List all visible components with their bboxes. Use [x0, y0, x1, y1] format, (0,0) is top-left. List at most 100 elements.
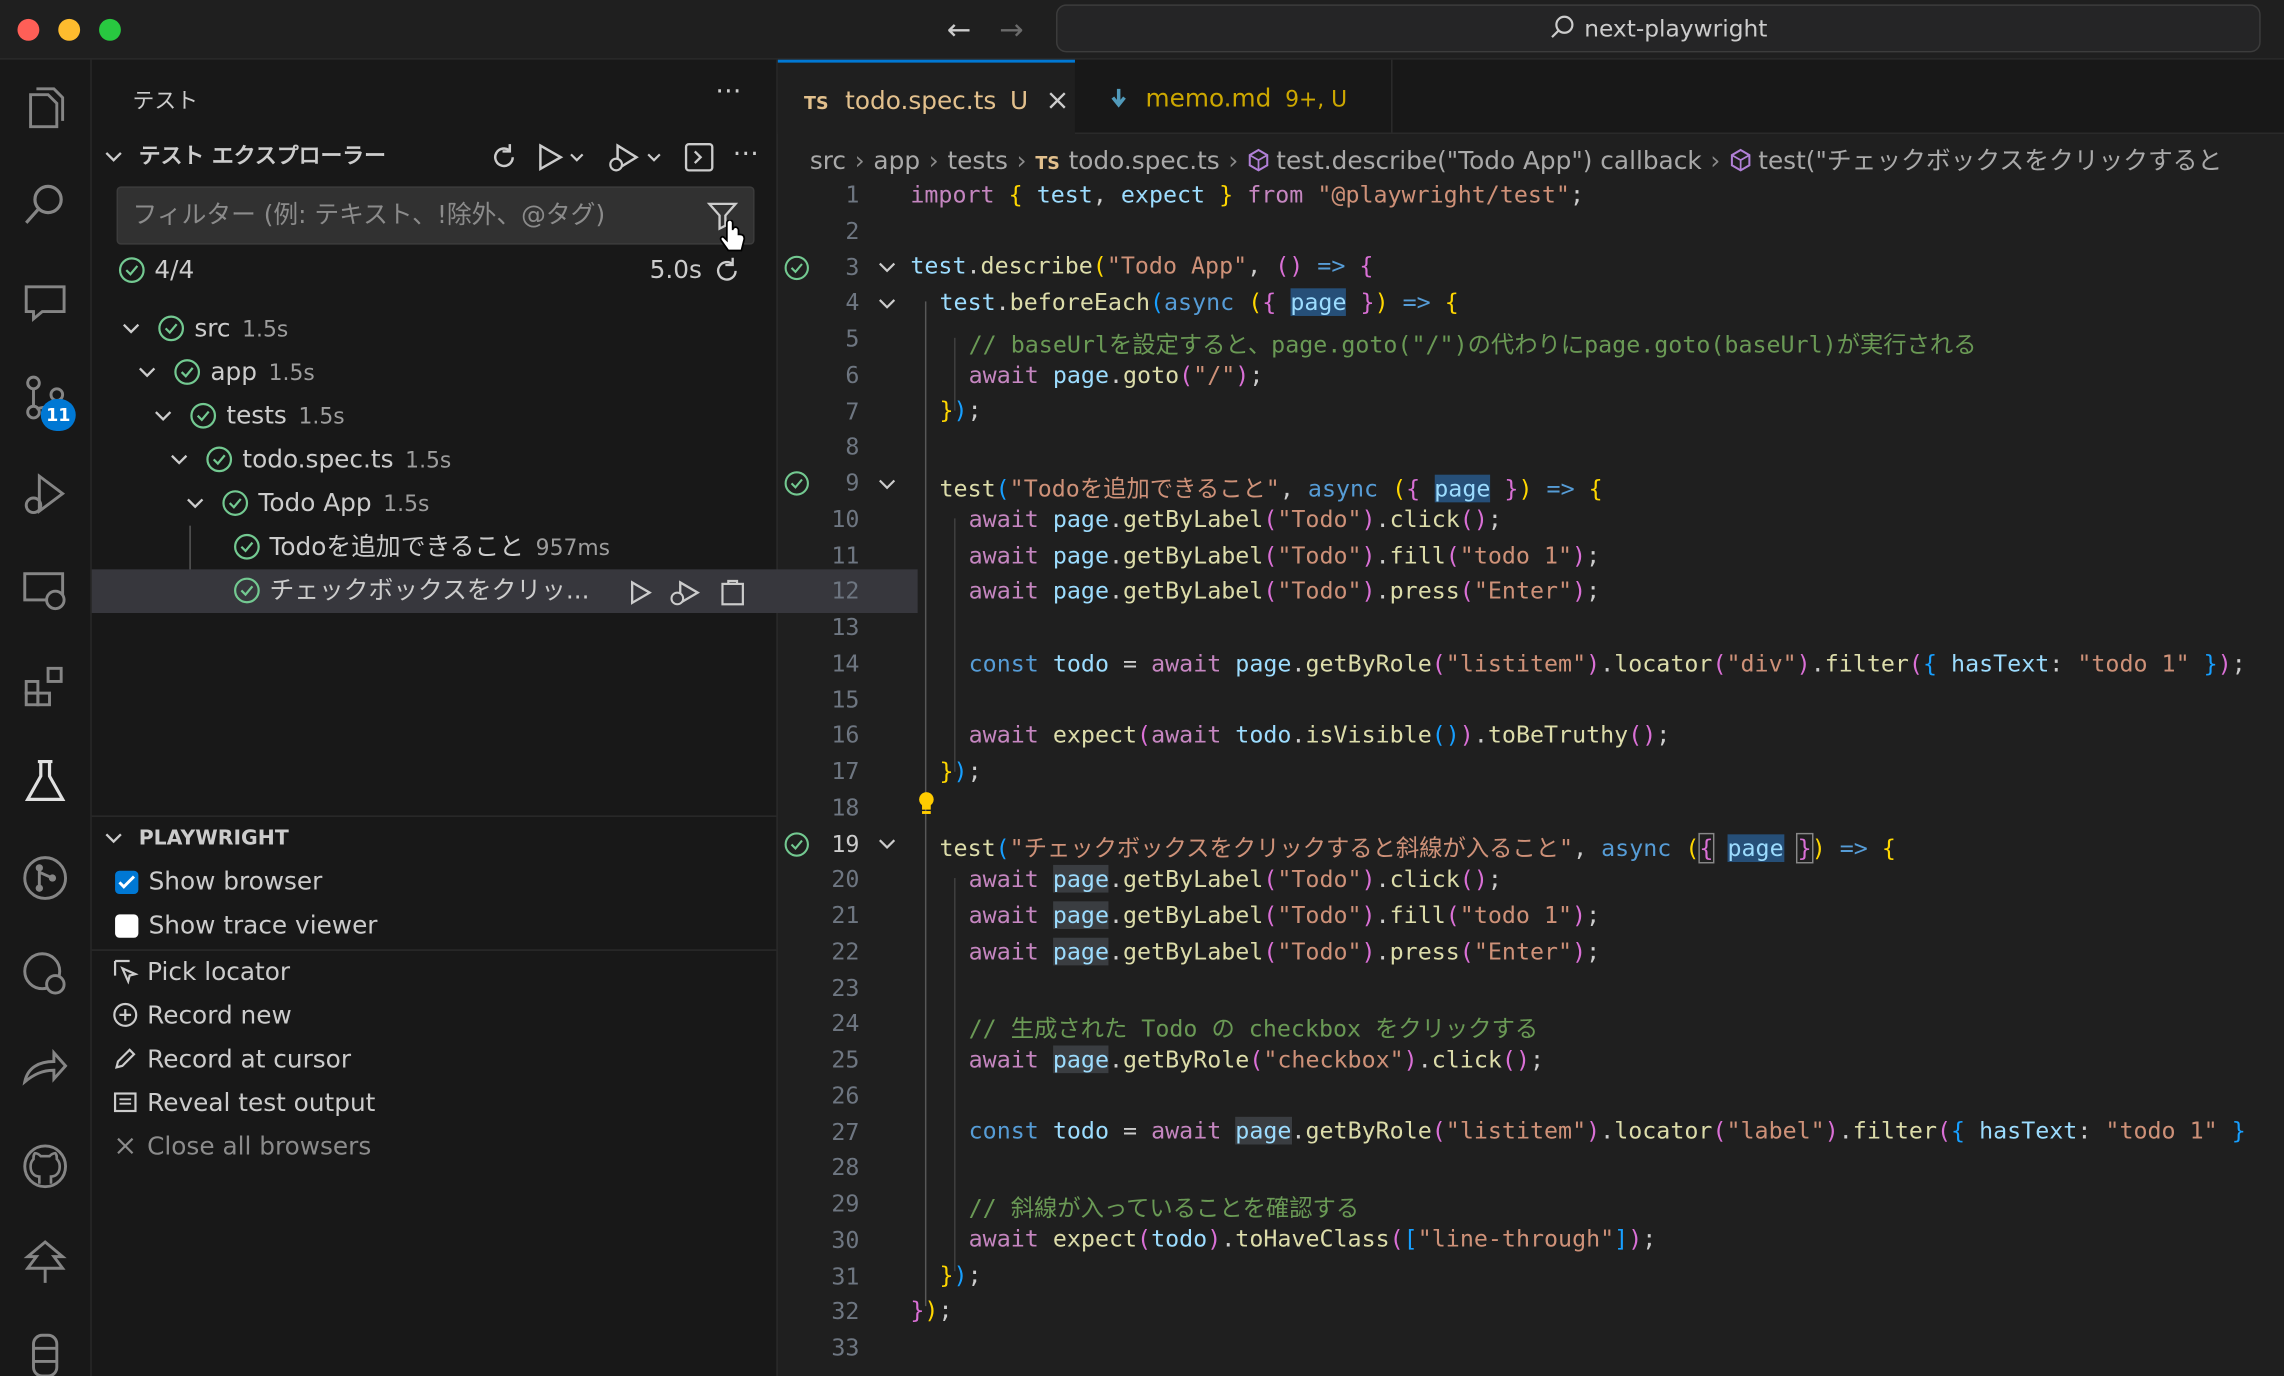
symbol-method-icon [1730, 148, 1751, 172]
debug-all-tests-icon[interactable] [606, 141, 664, 173]
close-all-browsers-action[interactable]: Close all browsers [112, 1126, 371, 1170]
search-icon[interactable] [19, 179, 71, 231]
breadcrumb-item[interactable]: todo.spec.ts [1069, 147, 1220, 176]
live-share-icon[interactable] [19, 1044, 71, 1096]
go-to-test-icon[interactable] [718, 578, 747, 607]
line-number: 24 [831, 1009, 860, 1038]
sidebar-title: テスト [132, 87, 199, 114]
record-at-cursor-label: Record at cursor [147, 1045, 352, 1075]
chat-icon[interactable] [19, 275, 71, 327]
chevron-down-icon [171, 454, 188, 465]
record-new-action[interactable]: Record new [112, 995, 292, 1039]
line-number: 21 [831, 901, 860, 929]
tree-check-icon[interactable] [19, 1236, 71, 1288]
refresh-tests-icon[interactable] [488, 141, 520, 173]
line-number: 5 [845, 324, 860, 353]
tab-status: 9+, U [1285, 85, 1348, 113]
code-line: test.describe("Todo App", () => { [910, 251, 1374, 280]
editor-tab-bar: TS todo.spec.ts U memo.md 9+, U [777, 59, 2284, 134]
breadcrumb-item[interactable]: app [873, 147, 920, 176]
code-line: test.beforeEach(async ({ page }) => { [939, 288, 1459, 316]
chevron-down-icon [105, 151, 122, 162]
tree-item-todo-app[interactable]: Todo App 1.5s [92, 482, 870, 526]
fold-chevron-icon[interactable] [877, 834, 897, 854]
code-line: import { test, expect } from "@playwrigh… [910, 180, 1584, 209]
chevron-down-icon [187, 498, 204, 509]
pass-check-icon [206, 446, 233, 473]
record-at-cursor-action[interactable]: Record at cursor [112, 1038, 351, 1082]
code-line: await page.goto("/"); [968, 361, 1264, 389]
forward-arrow-icon[interactable]: → [999, 12, 1023, 47]
command-center-search[interactable]: next-playwright [1056, 4, 2261, 53]
line-number: 12 [831, 576, 860, 605]
show-browser-checkbox[interactable] [115, 870, 139, 895]
typescript-icon: TS [1035, 152, 1060, 174]
timeline-icon[interactable] [19, 948, 71, 1000]
run-debug-icon[interactable] [19, 467, 71, 519]
tree-item-app[interactable]: app 1.5s [92, 351, 822, 395]
breadcrumb-item[interactable]: tests [947, 147, 1007, 176]
chevron-right-icon: › [1710, 147, 1721, 177]
fold-chevron-icon[interactable] [877, 258, 897, 278]
typescript-icon: TS [804, 93, 829, 114]
run-test-icon[interactable] [628, 580, 654, 606]
tab-label: memo.md [1145, 84, 1272, 114]
debug-test-icon[interactable] [669, 580, 701, 606]
breadcrumb-item[interactable]: test.describe("Todo App") callback [1276, 147, 1701, 176]
line-number: 13 [831, 613, 860, 641]
title-bar: ← → next-playwright [0, 0, 2284, 60]
show-browser-option[interactable]: Show browser [115, 861, 322, 905]
test-count: 4/4 [154, 256, 195, 286]
show-output-icon[interactable] [683, 141, 715, 173]
line-number: 17 [831, 757, 860, 785]
show-trace-viewer-label: Show trace viewer [148, 911, 378, 941]
tab-todo-spec[interactable]: TS todo.spec.ts U [777, 59, 1075, 134]
breadcrumb-item[interactable]: test("チェックボックスをクリックすると [1758, 147, 2222, 176]
output-icon [113, 1092, 137, 1113]
test-explorer-header[interactable]: テスト エクスプローラー [103, 140, 386, 171]
minimize-window-button[interactable] [58, 18, 81, 41]
test-pass-gutter-icon[interactable] [784, 255, 810, 281]
more-actions-icon[interactable]: ⋯ [715, 76, 743, 107]
tree-item-label: チェックボックスをクリッ... [269, 576, 590, 606]
close-window-button[interactable] [17, 18, 40, 41]
code-editor[interactable]: 1 2 3 4 5 6 7 8 9 10 11 12 13 14 15 16 17 18 19 20 21 22 23 24 2… [778, 178, 2284, 1376]
tree-item-todo-spec[interactable]: todo.spec.ts 1.5s [92, 438, 854, 482]
tree-item-duration: 1.5s [383, 490, 430, 517]
run-all-tests-icon[interactable] [536, 141, 586, 173]
reveal-test-output-action[interactable]: Reveal test output [112, 1082, 375, 1126]
close-tab-icon[interactable] [1048, 90, 1068, 110]
test-pass-gutter-icon[interactable] [784, 470, 810, 496]
github-icon[interactable] [19, 1140, 71, 1192]
breadcrumb-item[interactable]: src [810, 147, 846, 176]
rerun-icon[interactable] [712, 256, 741, 285]
explorer-files-icon[interactable] [19, 83, 71, 135]
show-trace-viewer-checkbox[interactable] [115, 914, 139, 938]
test-filter-box[interactable] [116, 186, 755, 252]
fold-chevron-icon[interactable] [877, 475, 897, 495]
tree-item-tests[interactable]: tests 1.5s [92, 395, 838, 439]
tab-memo-md[interactable]: memo.md 9+, U [1076, 59, 1393, 133]
tree-item-src[interactable]: src 1.5s [92, 307, 806, 351]
remote-explorer-icon[interactable] [19, 564, 71, 616]
section-divider [91, 815, 777, 817]
line-number: 14 [831, 649, 860, 677]
test-pass-gutter-icon[interactable] [784, 831, 810, 857]
maximize-window-button[interactable] [99, 18, 121, 41]
figma-icon[interactable] [19, 1329, 71, 1376]
back-arrow-icon[interactable]: ← [947, 12, 971, 47]
fold-chevron-icon[interactable] [877, 294, 897, 314]
show-trace-viewer-option[interactable]: Show trace viewer [115, 904, 377, 948]
testing-flask-icon[interactable] [19, 756, 71, 808]
code-line: const todo = await page.getByRole("listi… [968, 649, 2246, 678]
git-graph-icon[interactable] [19, 852, 71, 904]
playwright-header[interactable]: PLAYWRIGHT [103, 824, 289, 850]
explorer-more-icon[interactable]: ⋯ [733, 138, 759, 169]
tree-item-duration: 1.5s [268, 359, 315, 386]
tree-item-label: todo.spec.ts [242, 445, 394, 475]
test-filter-input[interactable] [129, 196, 704, 235]
extensions-icon[interactable] [19, 660, 71, 712]
lightbulb-icon[interactable] [916, 791, 936, 817]
pick-locator-action[interactable]: Pick locator [112, 951, 290, 995]
pass-check-icon [158, 315, 185, 342]
